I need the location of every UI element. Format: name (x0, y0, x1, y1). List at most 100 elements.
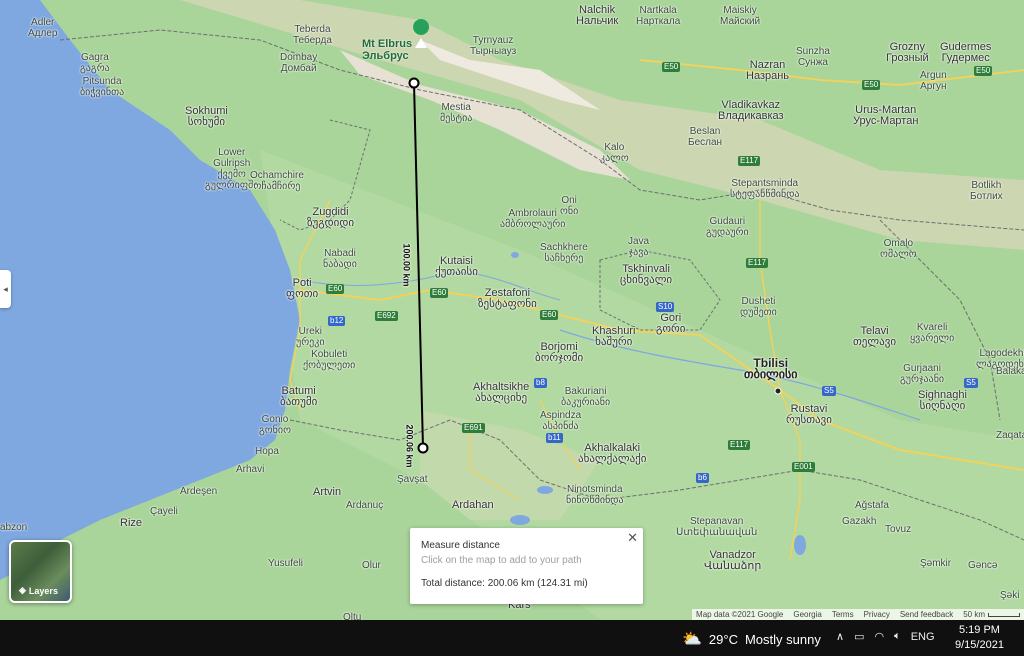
place-label-bakuriani: Bakuriani ბაკურიანი (561, 386, 611, 408)
layers-label: Layers (28, 585, 58, 596)
place-label-ninotsminda: Ninotsminda ნინოწმინდა (566, 484, 624, 506)
place-label-argun: Argun Аргун (920, 70, 947, 92)
measure-distance-card: Measure distance Click on the map to add… (410, 528, 643, 604)
place-label-teberda: Teberda Теберда (293, 24, 332, 46)
place-label-hopa: Hopa (255, 446, 279, 457)
road-shield: E001 (792, 462, 815, 472)
place-label-tskhinvali: Tskhinvali ცხინვალი (620, 263, 673, 286)
place-label-ardesen: Ardeşen (180, 486, 218, 497)
close-icon[interactable]: ✕ (627, 530, 638, 546)
place-label-ardahan: Ardahan (452, 499, 494, 511)
place-label-gori: Gori გორი (656, 312, 686, 335)
volume-icon[interactable]: 🔈︎ (894, 630, 901, 643)
taskbar-clock[interactable]: 5:19 PM 9/15/2021 (955, 623, 1004, 653)
map-base (0, 0, 1024, 620)
road-shield: b12 (328, 316, 346, 326)
place-label-adler: Adler Адлер (28, 17, 58, 39)
place-label-gazakh: Gazakh (842, 516, 877, 527)
road-shield: E692 (375, 311, 398, 321)
system-tray: ∧ ▭ ◠ 🔈︎ ENG (836, 630, 935, 643)
road-shield: b6 (696, 473, 709, 483)
place-label-savsat: Şavşat (397, 474, 428, 485)
place-label-tyrnyauz: Tyrnyauz Тырныауз (470, 35, 517, 57)
road-shield: S10 (656, 302, 675, 312)
language-indicator[interactable]: ENG (911, 631, 935, 643)
collapse-side-panel-button[interactable]: ◂ (0, 270, 11, 308)
place-label-gudauri: Gudauri გუდაური (706, 216, 749, 238)
place-label-agstafa: Ağstafa (855, 500, 889, 511)
map-data-credit: Map data ©2021 Google (696, 610, 784, 619)
measure-total-distance: Total distance: 200.06 km (124.31 mi) (421, 578, 588, 589)
wifi-icon[interactable]: ◠ (874, 630, 884, 643)
road-shield: E60 (326, 284, 345, 294)
place-label-khashuri: Khashuri ხაშური (592, 325, 636, 348)
layers-icon: ◈ (19, 585, 26, 595)
place-label-grozny: Grozny Грозный (886, 41, 929, 64)
road-shield: E50 (974, 66, 993, 76)
place-label-dombay: Dombay Домбай (280, 52, 318, 74)
road-shield: E50 (662, 62, 681, 72)
place-label-balakan: Balakan (996, 366, 1024, 377)
place-label-mestia: Mestia მესტია (440, 102, 473, 124)
place-label-urus-martan: Urus-Martan Урус-Мартан (853, 104, 919, 127)
place-label-akhalkalaki: Akhalkalaki ახალქალაქი (578, 442, 647, 465)
place-label-vladikavkaz: Vladikavkaz Владикавказ (718, 99, 784, 122)
road-shield: E691 (462, 423, 485, 433)
place-label-arhavi: Arhavi (236, 464, 265, 475)
place-label-sunzha: Sunzha Сунжа (796, 46, 830, 68)
place-label-gonio: Gonio გონიო (259, 414, 291, 436)
place-label-botlikh: Botlikh Ботлих (970, 180, 1003, 202)
place-label-tovuz: Tovuz (885, 524, 912, 535)
distance-label-total: 200.06 km (404, 424, 415, 468)
scale-bar[interactable]: 50 km (963, 610, 1020, 619)
place-label-stepantsminda: Stepantsminda სტეფანწმინდა (730, 178, 800, 200)
send-feedback-link[interactable]: Send feedback (900, 610, 953, 619)
place-label-gurjaani: Gurjaani გურჯაანი (900, 363, 945, 385)
measure-title: Measure distance (421, 540, 500, 551)
chevron-up-icon[interactable]: ∧ (836, 630, 844, 643)
place-label-akhaltsikhe: Akhaltsikhe ახალციხე (473, 381, 530, 404)
map-canvas[interactable]: Adler Адлер Gagra გაგრა Pitsunda ბიჭვინთ… (0, 0, 1024, 620)
place-label-nabadi: Nabadi ნაბადი (323, 248, 357, 270)
place-label-ganja: Gəncə (968, 560, 998, 571)
place-label-yusufeli: Yusufeli (268, 558, 304, 569)
place-label-tbilisi[interactable]: Tbilisi თბილისი (744, 357, 798, 380)
place-label-ochamchire: Ochamchire ოჩამჩირე (250, 170, 304, 192)
place-label-oni: Oni ონი (560, 195, 579, 217)
road-shield: E60 (540, 310, 559, 320)
place-label-ambrolauri: Ambrolauri ამბროლაური (500, 208, 566, 230)
place-label-borjomi: Borjomi ბორჯომი (535, 341, 584, 364)
place-label-mt-elbrus[interactable]: Mt Elbrus Эльбрус (362, 38, 412, 62)
place-label-artvin: Artvin (313, 486, 342, 498)
weather-widget[interactable]: ⛅ 29°C Mostly sunny (682, 629, 821, 649)
place-label-cayeli: Çayeli (150, 506, 178, 517)
place-label-ardanuc: Ardanuç (346, 500, 384, 511)
weather-temperature: 29°C (708, 631, 738, 647)
road-shield: E117 (746, 258, 769, 268)
place-label-rize: Rize (120, 517, 143, 529)
terms-link[interactable]: Terms (832, 610, 854, 619)
clock-date: 9/15/2021 (955, 639, 1004, 651)
road-shield: E50 (862, 80, 881, 90)
road-shield: b8 (534, 378, 547, 388)
clock-time: 5:19 PM (958, 624, 1000, 636)
place-label-trabzon: abzon (0, 522, 28, 533)
distance-label-midpoint: 100.00 km (401, 243, 412, 287)
place-label-maiskiy: Maiskiy Майский (720, 5, 761, 27)
road-shield: S5 (964, 378, 978, 388)
place-label-beslan: Beslan Беслан (688, 126, 723, 148)
place-label-gagra: Gagra გაგრა (80, 52, 110, 74)
place-label-sachkhere: Sachkhere საჩხერე (540, 242, 588, 264)
battery-icon[interactable]: ▭ (854, 630, 864, 643)
layers-button[interactable]: ◈ Layers (9, 540, 72, 603)
road-shield: E60 (430, 288, 449, 298)
road-shield: b11 (546, 433, 563, 443)
place-label-omalo: Omalo ომალო (880, 238, 917, 260)
privacy-link[interactable]: Privacy (864, 610, 890, 619)
place-label-nalchik: Nalchik Нальчик (576, 4, 619, 27)
place-label-pitsunda: Pitsunda ბიჭვინთა (80, 76, 125, 98)
place-label-sokhumi: Sokhumi სოხუმი (185, 105, 228, 128)
place-label-dusheti: Dusheti დუშეთი (740, 296, 777, 318)
country-link[interactable]: Georgia (793, 610, 821, 619)
place-label-batumi: Batumi ბათუმი (280, 385, 318, 408)
